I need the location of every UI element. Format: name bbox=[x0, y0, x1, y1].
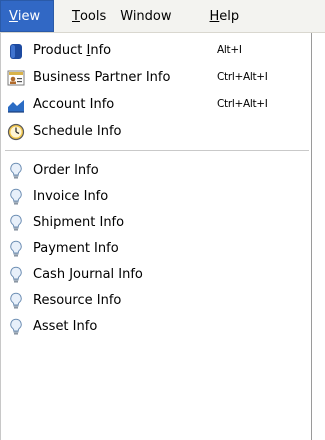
menu-item-label: Business Partner Info bbox=[33, 70, 171, 85]
menu-window[interactable]: Window bbox=[112, 0, 179, 32]
menu-help[interactable]: Help bbox=[202, 0, 248, 32]
lightbulb-icon bbox=[7, 240, 25, 258]
business-partner-icon bbox=[7, 69, 25, 87]
menu-item-label: Cash Journal Info bbox=[33, 267, 143, 282]
menu-tools-label: ools bbox=[79, 8, 107, 24]
menu-item-label: Product Info bbox=[33, 43, 112, 58]
menu-item-label: Account Info bbox=[33, 97, 115, 112]
menu-item-label: Order Info bbox=[33, 163, 99, 178]
menu-item-business-partner-info[interactable]: Business Partner Info Ctrl+Alt+I bbox=[1, 65, 311, 91]
menu-item-cash-journal-info[interactable]: Cash Journal Info bbox=[1, 262, 311, 288]
menu-help-mnemonic: H bbox=[209, 8, 220, 24]
menu-separator bbox=[5, 150, 309, 152]
lightbulb-icon bbox=[7, 292, 25, 310]
view-dropdown-menu: Product Info Alt+I Business Partner Info… bbox=[0, 33, 312, 440]
menu-item-product-info[interactable]: Product Info Alt+I bbox=[1, 38, 311, 64]
menu-item-order-info[interactable]: Order Info bbox=[1, 158, 311, 184]
menu-window-label: Window bbox=[120, 8, 172, 24]
lightbulb-icon bbox=[7, 214, 25, 232]
menu-item-label: Invoice Info bbox=[33, 189, 109, 204]
lightbulb-icon bbox=[7, 162, 25, 180]
menu-item-schedule-info[interactable]: Schedule Info bbox=[1, 119, 311, 145]
menu-item-label: Shipment Info bbox=[33, 215, 125, 230]
menu-item-account-info[interactable]: Account Info Ctrl+Alt+I bbox=[1, 92, 311, 118]
lightbulb-icon bbox=[7, 266, 25, 284]
menu-help-label: elp bbox=[219, 8, 240, 24]
lightbulb-icon bbox=[7, 188, 25, 206]
menu-item-label: Payment Info bbox=[33, 241, 119, 256]
shortcut-text: Ctrl+Alt+I bbox=[217, 71, 268, 83]
menu-item-label: Asset Info bbox=[33, 319, 98, 334]
menu-view-label: iew bbox=[17, 8, 41, 24]
menu-tools[interactable]: Tools bbox=[60, 0, 112, 32]
menu-tools-mnemonic: T bbox=[72, 8, 80, 24]
menu-item-invoice-info[interactable]: Invoice Info bbox=[1, 184, 311, 210]
menu-item-payment-info[interactable]: Payment Info bbox=[1, 236, 311, 262]
menu-item-label: Schedule Info bbox=[33, 124, 122, 139]
lightbulb-icon bbox=[7, 318, 25, 336]
menu-view-mnemonic: V bbox=[9, 8, 18, 24]
product-icon bbox=[7, 42, 25, 60]
menu-view[interactable]: View bbox=[0, 0, 54, 32]
menu-item-asset-info[interactable]: Asset Info bbox=[1, 314, 311, 340]
schedule-icon bbox=[7, 123, 25, 141]
shortcut-text: Alt+I bbox=[217, 44, 242, 56]
menu-bar: View Tools Window Help bbox=[0, 0, 325, 33]
account-icon bbox=[7, 96, 25, 114]
shortcut-text: Ctrl+Alt+I bbox=[217, 98, 268, 110]
menu-item-label: Resource Info bbox=[33, 293, 122, 308]
menu-item-resource-info[interactable]: Resource Info bbox=[1, 288, 311, 314]
menu-item-shipment-info[interactable]: Shipment Info bbox=[1, 210, 311, 236]
